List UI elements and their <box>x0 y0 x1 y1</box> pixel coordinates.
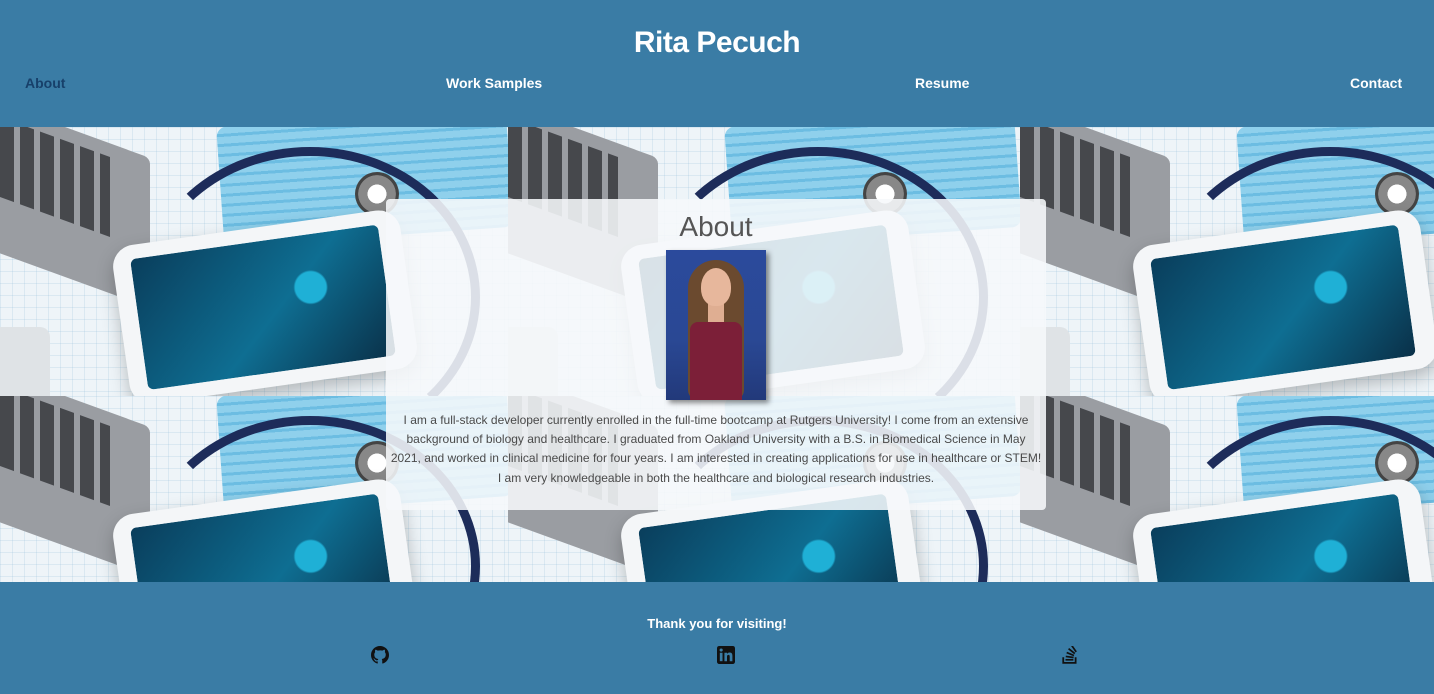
about-heading: About <box>679 211 753 242</box>
nav-about[interactable]: About <box>25 75 65 91</box>
nav-work-samples[interactable]: Work Samples <box>446 75 542 91</box>
stack-overflow-icon[interactable] <box>1061 646 1079 664</box>
linkedin-icon[interactable] <box>717 646 735 664</box>
about-card: About I am a full-stack developer curren… <box>386 199 1046 510</box>
site-header: Rita Pecuch About Work Samples Resume Co… <box>0 0 1434 127</box>
profile-photo <box>666 250 766 400</box>
about-description: I am a full-stack developer currently en… <box>390 413 1042 485</box>
nav-contact[interactable]: Contact <box>1350 75 1402 91</box>
hero-background-image <box>1020 127 1434 396</box>
hero-background-image <box>1020 396 1434 582</box>
nav-resume[interactable]: Resume <box>915 75 969 91</box>
thank-you-message: Thank you for visiting! <box>647 616 787 631</box>
github-icon[interactable] <box>371 646 389 664</box>
site-title: Rita Pecuch <box>633 26 801 59</box>
site-footer: Thank you for visiting! <box>0 582 1434 694</box>
hero-section: About I am a full-stack developer curren… <box>0 127 1434 582</box>
